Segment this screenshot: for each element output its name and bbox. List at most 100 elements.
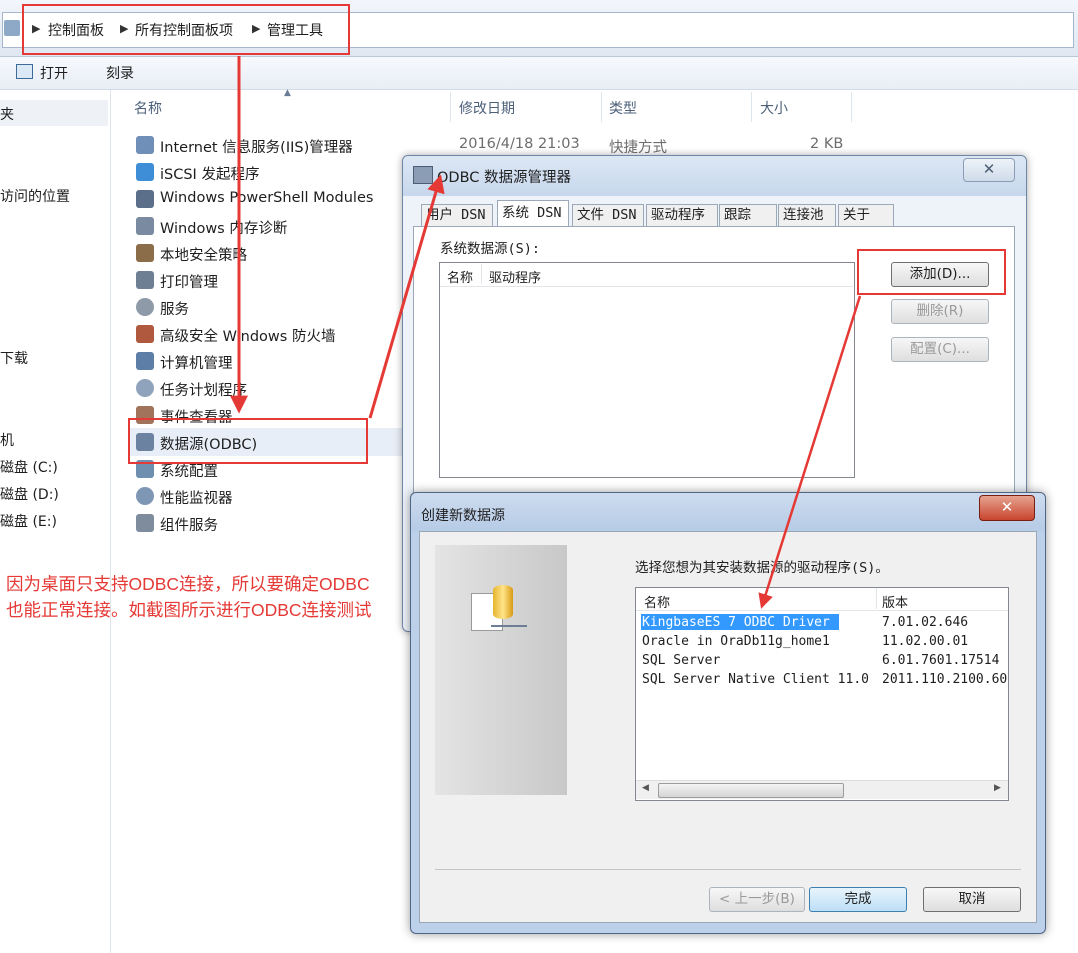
data-source-setup-icon (471, 585, 529, 637)
performance-monitor-icon (136, 487, 154, 505)
tab-drivers[interactable]: 驱动程序 (646, 204, 718, 226)
driver-prompt: 选择您想为其安装数据源的驱动程序(S)。 (635, 560, 889, 576)
driver-version-kingbase: 7.01.02.646 (882, 615, 969, 630)
file-type-iis: 快捷方式 (609, 140, 667, 156)
create-data-source-window: 创建新数据源 ✕ 选择您想为其安装数据源的驱动程序(S)。 名称 版本 King… (410, 492, 1046, 934)
column-header-type[interactable]: 类型 (609, 98, 637, 118)
component-services-icon (136, 514, 154, 532)
file-item-security-policy[interactable]: 本地安全策略 (160, 244, 247, 265)
file-modified-iis: 2016/4/18 21:03 (459, 136, 580, 152)
driver-name-native-client[interactable]: SQL Server Native Client 11.0 (642, 672, 869, 687)
nav-item-downloads[interactable]: 下载 (0, 348, 28, 368)
create-title-bar[interactable] (411, 493, 1045, 531)
nav-item-favorites[interactable]: 夹 (0, 104, 14, 124)
odbc-item-highlight (128, 418, 368, 464)
file-size-iis: 2 KB (810, 136, 844, 152)
tab-user-dsn[interactable]: 用户 DSN (421, 204, 493, 226)
column-divider (751, 92, 752, 122)
file-item-print[interactable]: 打印管理 (160, 271, 218, 292)
system-dsn-label: 系统数据源(S): (440, 241, 541, 257)
file-item-computer-management[interactable]: 计算机管理 (160, 352, 233, 373)
list-header (636, 588, 1008, 611)
scroll-left-icon[interactable]: ◀ (642, 783, 649, 793)
file-item-performance-monitor[interactable]: 性能监视器 (160, 487, 233, 508)
odbc-window-icon (413, 166, 433, 184)
driver-name-kingbase[interactable]: KingbaseES 7 ODBC Driver (642, 615, 830, 630)
folder-icon (4, 20, 20, 36)
close-icon: ✕ (1000, 498, 1014, 516)
column-divider (481, 264, 482, 284)
nav-favorites-header[interactable] (0, 100, 108, 126)
annotation-line2: 也能正常连接。如截图所示进行ODBC连接测试 (6, 600, 372, 620)
nav-item-disk-e[interactable]: 磁盘 (E:) (0, 511, 57, 531)
close-icon: ✕ (982, 160, 996, 178)
computer-management-icon (136, 352, 154, 370)
firewall-icon (136, 325, 154, 343)
file-item-component-services[interactable]: 组件服务 (160, 514, 218, 535)
driver-version-oracle: 11.02.00.01 (882, 634, 969, 649)
finish-button[interactable]: 完成 (809, 887, 907, 912)
file-item-powershell[interactable]: Windows PowerShell Modules (160, 190, 373, 206)
driver-version-native-client: 2011.110.2100.60 (882, 672, 1008, 687)
odbc-title: ODBC 数据源管理器 (437, 170, 572, 186)
column-divider (851, 92, 852, 122)
close-button[interactable]: ✕ (979, 495, 1035, 521)
driver-name-sql-server[interactable]: SQL Server (642, 653, 720, 668)
close-button[interactable]: ✕ (963, 158, 1015, 182)
scroll-right-icon[interactable]: ▶ (994, 783, 1001, 793)
tab-about[interactable]: 关于 (838, 204, 894, 226)
nav-item-computer[interactable]: 机 (0, 430, 14, 450)
list-header-version[interactable]: 版本 (882, 592, 908, 611)
file-item-task-scheduler[interactable]: 任务计划程序 (160, 379, 247, 400)
cancel-button[interactable]: 取消 (923, 887, 1021, 912)
driver-list[interactable]: 名称 版本 KingbaseES 7 ODBC Driver 7.01.02.6… (635, 587, 1009, 801)
add-button-highlight (857, 249, 1006, 295)
column-header-modified[interactable]: 修改日期 (459, 98, 515, 118)
memory-diag-icon (136, 217, 154, 235)
list-header-name[interactable]: 名称 (644, 592, 670, 611)
iis-icon (136, 136, 154, 154)
list-header-name[interactable]: 名称 (447, 267, 473, 286)
task-scheduler-icon (136, 379, 154, 397)
driver-name-oracle[interactable]: Oracle in OraDb11g_home1 (642, 634, 830, 649)
column-divider (876, 588, 877, 609)
remove-button[interactable]: 删除(R) (891, 299, 989, 324)
command-bar (0, 57, 1078, 90)
create-title: 创建新数据源 (421, 508, 505, 524)
system-dsn-list[interactable] (439, 262, 855, 478)
tab-tracing[interactable]: 跟踪 (719, 204, 777, 226)
file-item-iscsi[interactable]: iSCSI 发起程序 (160, 163, 259, 184)
driver-version-sql-server: 6.01.7601.17514 (882, 653, 1000, 668)
button-separator (435, 869, 1021, 870)
file-item-memory-diag[interactable]: Windows 内存诊断 (160, 217, 287, 238)
breadcrumb-highlight (22, 4, 350, 55)
open-icon (16, 64, 33, 79)
configure-button[interactable]: 配置(C)... (891, 337, 989, 362)
tab-file-dsn[interactable]: 文件 DSN (572, 204, 644, 226)
list-header-driver[interactable]: 驱动程序 (489, 267, 541, 286)
iscsi-icon (136, 163, 154, 181)
column-divider (601, 92, 602, 122)
printer-icon (136, 271, 154, 289)
services-gear-icon (136, 298, 154, 316)
nav-item-disk-d[interactable]: 磁盘 (D:) (0, 484, 59, 504)
tab-system-dsn[interactable]: 系统 DSN (497, 200, 569, 227)
open-button[interactable]: 打开 (40, 63, 68, 83)
column-header-size[interactable]: 大小 (760, 98, 788, 118)
security-policy-icon (136, 244, 154, 262)
nav-item-recent-places[interactable]: 访问的位置 (0, 186, 70, 206)
file-item-services[interactable]: 服务 (160, 298, 189, 319)
annotation-line1: 因为桌面只支持ODBC连接，所以要确定ODBC (6, 574, 370, 594)
sort-up-icon: ▲ (284, 88, 291, 98)
powershell-icon (136, 190, 154, 208)
column-header-name[interactable]: 名称 (134, 98, 162, 118)
wizard-side-panel (435, 545, 567, 795)
file-item-firewall[interactable]: 高级安全 Windows 防火墙 (160, 325, 335, 346)
file-item-iis[interactable]: Internet 信息服务(IIS)管理器 (160, 136, 353, 157)
scrollbar-thumb[interactable] (658, 783, 844, 798)
nav-item-disk-c[interactable]: 磁盘 (C:) (0, 457, 58, 477)
column-divider (450, 92, 451, 122)
burn-button[interactable]: 刻录 (106, 63, 134, 83)
back-button[interactable]: < 上一步(B) (709, 887, 805, 912)
tab-connection-pooling[interactable]: 连接池 (778, 204, 836, 226)
